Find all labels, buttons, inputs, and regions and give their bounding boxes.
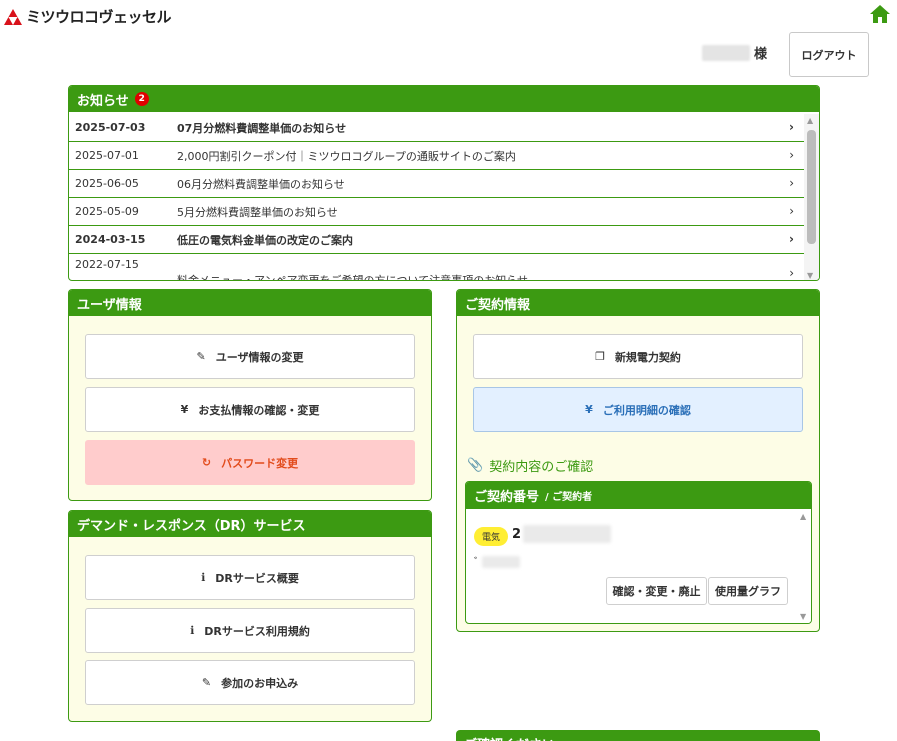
- info-icon: ℹ: [190, 624, 195, 637]
- contract-confirm-heading: 📎 契約内容のご確認: [467, 456, 593, 475]
- scroll-up-icon[interactable]: ▲: [807, 116, 813, 125]
- electricity-badge: 電気: [474, 527, 509, 546]
- new-contract-label: 新規電力契約: [614, 350, 681, 364]
- dr-service-header: デマンド・レスポンス（DR）サービス: [69, 511, 431, 537]
- edit-user-info-label: ユーザ情報の変更: [215, 350, 304, 364]
- news-title-text: 07月分燃料費調整単価のお知らせ: [177, 121, 347, 135]
- pencil-icon: ✎: [201, 676, 212, 689]
- notice-panel-header: ご確認ください: [456, 730, 820, 741]
- yen-icon: ¥: [180, 403, 189, 416]
- user-info-panel: ユーザ情報 ✎ ユーザ情報の変更 ¥ お支払情報の確認・変更 ↻ パスワード変更: [68, 289, 432, 501]
- news-date: 2025-05-09: [75, 205, 139, 218]
- dr-terms-label: DRサービス利用規約: [204, 624, 310, 638]
- news-date: 2024-03-15: [75, 233, 146, 246]
- news-date: 2025-07-01: [75, 149, 139, 162]
- documents-icon: ❐: [595, 350, 605, 363]
- contract-number-prefix: 2: [512, 526, 522, 542]
- news-panel: お知らせ 2 2025-07-03 07月分燃料費調整単価のお知らせ › 202…: [68, 85, 820, 281]
- contract-number-title: ご契約番号: [474, 490, 540, 505]
- info-icon: ℹ: [201, 571, 206, 584]
- usage-details-label: ご利用明細の確認: [602, 403, 691, 417]
- dr-apply-button[interactable]: ✎ 参加のお申込み: [85, 660, 415, 705]
- chevron-right-icon: ›: [789, 204, 794, 218]
- chevron-right-icon: ›: [789, 120, 794, 134]
- news-list: 2025-07-03 07月分燃料費調整単価のお知らせ › 2025-07-01…: [69, 114, 806, 281]
- contract-confirm-label: 契約内容のご確認: [489, 460, 594, 475]
- home-icon[interactable]: [870, 5, 890, 23]
- news-item[interactable]: 2025-05-09 5月分燃料費調整単価のお知らせ ›: [69, 198, 806, 226]
- dr-overview-label: DRサービス概要: [215, 571, 299, 585]
- password-change-label: パスワード変更: [221, 456, 299, 470]
- news-item[interactable]: 2025-07-01 2,000円割引クーポン付｜ミツウロコグループの通販サイト…: [69, 142, 806, 170]
- new-contract-button[interactable]: ❐ 新規電力契約: [473, 334, 803, 379]
- brand-logo[interactable]: ミツウロコヴェッセル: [4, 6, 172, 27]
- news-item[interactable]: 2022-07-15 料金メニュー・アンペア変更をご希望の方について注意事項のお…: [69, 254, 806, 281]
- logo-triangles-icon: [4, 8, 22, 25]
- chevron-right-icon: ›: [789, 266, 794, 280]
- news-date: 2025-06-05: [75, 177, 139, 190]
- user-info-header: ユーザ情報: [69, 290, 431, 316]
- news-title-text: 料金メニュー・アンペア変更をご希望の方について注意事項のお知らせ: [177, 274, 529, 281]
- news-title-text: 5月分燃料費調整単価のお知らせ: [177, 205, 338, 219]
- confirm-modify-cancel-button[interactable]: 確認・変更・廃止: [606, 577, 707, 605]
- password-change-button[interactable]: ↻ パスワード変更: [85, 440, 415, 485]
- scroll-thumb[interactable]: [807, 130, 816, 244]
- scroll-up-icon[interactable]: ▲: [800, 512, 806, 521]
- news-header: お知らせ 2: [69, 86, 819, 112]
- contract-number: 2: [512, 525, 612, 543]
- usage-details-button[interactable]: ¥ ご利用明細の確認: [473, 387, 803, 432]
- news-count-badge: 2: [134, 92, 149, 106]
- contract-number-header: ご契約番号 / ご契約者: [466, 482, 811, 509]
- contract-scrollbar[interactable]: ▲ ▼: [797, 510, 811, 623]
- logout-button[interactable]: ログアウト: [789, 32, 869, 77]
- scroll-down-icon[interactable]: ▼: [800, 612, 806, 621]
- payment-info-label: お支払情報の確認・変更: [198, 403, 320, 417]
- news-title-text: 2,000円割引クーポン付｜ミツウロコグループの通販サイトのご案内: [177, 149, 516, 163]
- payment-info-button[interactable]: ¥ お支払情報の確認・変更: [85, 387, 415, 432]
- contractor-name: ﾞ: [474, 554, 520, 570]
- contract-info-header: ご契約情報: [457, 290, 819, 316]
- usage-graph-button[interactable]: 使用量グラフ: [708, 577, 788, 605]
- contractor-name-redacted: [481, 556, 520, 568]
- dr-overview-button[interactable]: ℹ DRサービス概要: [85, 555, 415, 600]
- news-scrollbar[interactable]: ▲ ▼: [804, 114, 819, 280]
- contract-info-panel: ご契約情報 ❐ 新規電力契約 ¥ ご利用明細の確認 📎 契約内容のご確認 ご契約…: [456, 289, 820, 632]
- edit-user-info-button[interactable]: ✎ ユーザ情報の変更: [85, 334, 415, 379]
- contract-number-redacted: [523, 525, 612, 543]
- news-item[interactable]: 2025-07-03 07月分燃料費調整単価のお知らせ ›: [69, 114, 806, 142]
- contractor-subtitle: / ご契約者: [545, 492, 593, 503]
- refresh-icon: ↻: [201, 456, 212, 469]
- news-date: 2025-07-03: [75, 121, 146, 134]
- news-title-text: 06月分燃料費調整単価のお知らせ: [177, 177, 345, 191]
- dr-apply-label: 参加のお申込み: [221, 676, 299, 690]
- news-title: お知らせ: [77, 93, 129, 109]
- news-item[interactable]: 2025-06-05 06月分燃料費調整単価のお知らせ ›: [69, 170, 806, 198]
- pencil-icon: ✎: [196, 350, 206, 363]
- news-item[interactable]: 2024-03-15 低圧の電気料金単価の改定のご案内 ›: [69, 226, 806, 254]
- news-date: 2022-07-15: [75, 258, 139, 271]
- scroll-down-icon[interactable]: ▼: [807, 271, 813, 280]
- chevron-right-icon: ›: [789, 232, 794, 246]
- chevron-right-icon: ›: [789, 176, 794, 190]
- dr-service-panel: デマンド・レスポンス（DR）サービス ℹ DRサービス概要 ℹ DRサービス利用…: [68, 510, 432, 722]
- yen-icon: ¥: [585, 403, 593, 416]
- user-name-redacted: [702, 44, 750, 61]
- contract-number-panel: ご契約番号 / ご契約者 電気 2 ﾞ 確認・変更・廃止 使用量グラフ ▲ ▼: [465, 481, 812, 624]
- honorific: 様: [754, 47, 768, 62]
- user-greeting: 様: [702, 43, 767, 62]
- contractor-prefix: ﾞ: [474, 556, 480, 569]
- news-title-text: 低圧の電気料金単価の改定のご案内: [177, 233, 353, 247]
- logo-text: ミツウロコヴェッセル: [26, 8, 172, 26]
- paperclip-icon: 📎: [467, 458, 484, 473]
- chevron-right-icon: ›: [789, 148, 794, 162]
- dr-terms-button[interactable]: ℹ DRサービス利用規約: [85, 608, 415, 653]
